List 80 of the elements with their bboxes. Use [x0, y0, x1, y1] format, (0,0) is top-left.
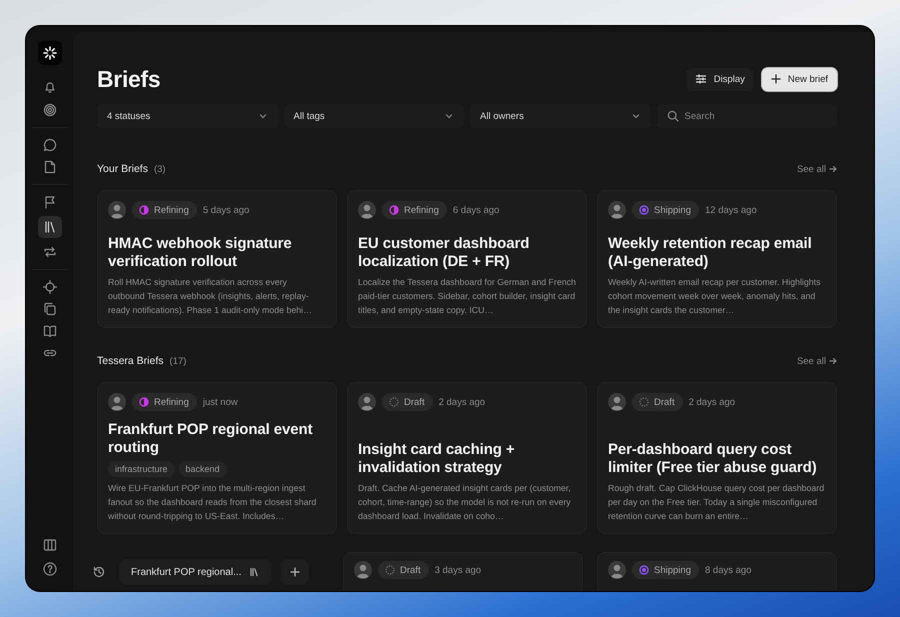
status-badge: Draft [382, 393, 433, 411]
brief-description: Localize the Tessera dashboard for German and French paid-tier customers. Sidebar, cohort builder, insight card titles, and empty-state copy. ICU… [358, 276, 576, 317]
brief-card[interactable] [597, 190, 837, 328]
brief-title: HMAC webhook signature verification rollout [108, 235, 293, 271]
avatar-icon [358, 201, 376, 219]
section-title: Tessera Briefs [97, 355, 164, 367]
status-badge: Shipping [632, 201, 699, 219]
avatar-icon [108, 393, 126, 411]
avatar-icon [108, 201, 126, 219]
time-label: 8 days ago [704, 564, 752, 576]
brief-title: Frankfurt POP regional event routing [108, 421, 314, 457]
copy-icon [42, 301, 58, 317]
arrow-icon [829, 165, 837, 173]
brief-card[interactable] [597, 382, 837, 534]
open-tab[interactable]: Frankfurt POP regional... [119, 559, 272, 585]
library-button[interactable] [38, 216, 62, 238]
tag-chip[interactable]: infrastructure [108, 461, 175, 477]
status-badge: Draft [378, 561, 429, 579]
filter-dropdown[interactable]: 4 statuses [97, 104, 278, 128]
status-badge: Draft [632, 393, 683, 411]
search-icon [666, 110, 678, 122]
time-label: 3 days ago [434, 564, 482, 576]
time-label: 2 days ago [688, 396, 736, 408]
see-all-link[interactable]: See all [796, 164, 837, 174]
brief-card[interactable] [347, 382, 587, 534]
avatar-icon [608, 561, 626, 579]
brief-title: Insight card caching + invalidation strategy [358, 441, 516, 477]
status-badge: Refining [382, 201, 447, 219]
history-icon [92, 565, 106, 579]
brief-description: Rough draft. Cap ClickHouse query cost per dashboard per day on the Free tier. Today a single misconfigured retention curve can burn an entire… [608, 482, 826, 523]
page-title: Briefs [97, 66, 160, 92]
brief-card[interactable] [97, 382, 337, 534]
library-icon [249, 567, 260, 577]
brief-card[interactable]: Draft 3 days ago [343, 552, 583, 591]
help-icon [42, 561, 58, 577]
time-label: 5 days ago [202, 204, 250, 216]
brief-description: Wire EU-Frankfurt POP into the multi-region ingest fanout so the dashboard reads from the closest shard without round-tripping to US-East. Includes… [108, 482, 318, 523]
status-badge: Shipping [632, 561, 699, 579]
repeat-icon [42, 244, 58, 260]
see-all-link[interactable]: See all [796, 356, 837, 366]
avatar-icon [608, 393, 626, 411]
status-badge: Refining [132, 393, 197, 411]
new-brief-button[interactable]: New brief [762, 68, 837, 90]
section-title: Your Briefs [97, 163, 148, 175]
search-field[interactable]: Search [656, 104, 837, 128]
avatar-icon [354, 561, 372, 579]
columns-icon [42, 537, 58, 553]
plus-icon [770, 74, 781, 84]
brief-title: Weekly retention recap email (AI-generated) [608, 235, 813, 271]
time-label: just now [202, 396, 238, 408]
target-icon [42, 102, 58, 118]
arrow-icon [829, 357, 837, 365]
brief-card[interactable] [97, 190, 337, 328]
crosshair-icon [42, 279, 58, 295]
brief-card[interactable]: Shipping 8 days ago [597, 552, 837, 591]
section-count: (3) [154, 164, 166, 174]
time-label: 2 days ago [438, 396, 486, 408]
snowflake-icon [42, 45, 58, 61]
app-logo[interactable] [38, 41, 62, 65]
brief-description: Draft. Cache AI-generated insight cards per (customer, cohort, time-range) so the model is not re-run on every dashboard load. Invalidate on coho… [358, 482, 572, 523]
tag-chip[interactable]: backend [178, 461, 227, 477]
plus-icon [290, 567, 300, 577]
brief-description: Roll HMAC signature verification across every outbound Tessera webhook (insights, alerts, replay-ready notifications). Phase 1 audit-only mode behi… [108, 276, 313, 317]
display-button[interactable]: Display [686, 68, 754, 90]
book-icon [42, 323, 58, 339]
chat-icon [42, 137, 58, 153]
filter-dropdown[interactable]: All tags [284, 104, 464, 128]
time-label: 12 days ago [704, 204, 757, 216]
sliders-icon [694, 73, 707, 85]
filter-dropdown[interactable]: All owners [470, 104, 650, 128]
avatar-icon [608, 201, 626, 219]
add-tab-button[interactable] [281, 559, 310, 585]
avatar-icon [358, 393, 376, 411]
brief-title: Per-dashboard query cost limiter (Free tier abuse guard) [608, 441, 818, 477]
brief-description: Weekly AI-written email recap per customer. Highlights cohort movement week over week, anomaly hits, and the insight cards the customer… [608, 276, 822, 317]
brief-card[interactable] [347, 190, 587, 328]
status-badge: Refining [132, 201, 197, 219]
time-label: 6 days ago [452, 204, 500, 216]
brief-title: EU customer dashboard localization (DE + FR) [358, 235, 530, 271]
section-count: (17) [170, 356, 186, 366]
